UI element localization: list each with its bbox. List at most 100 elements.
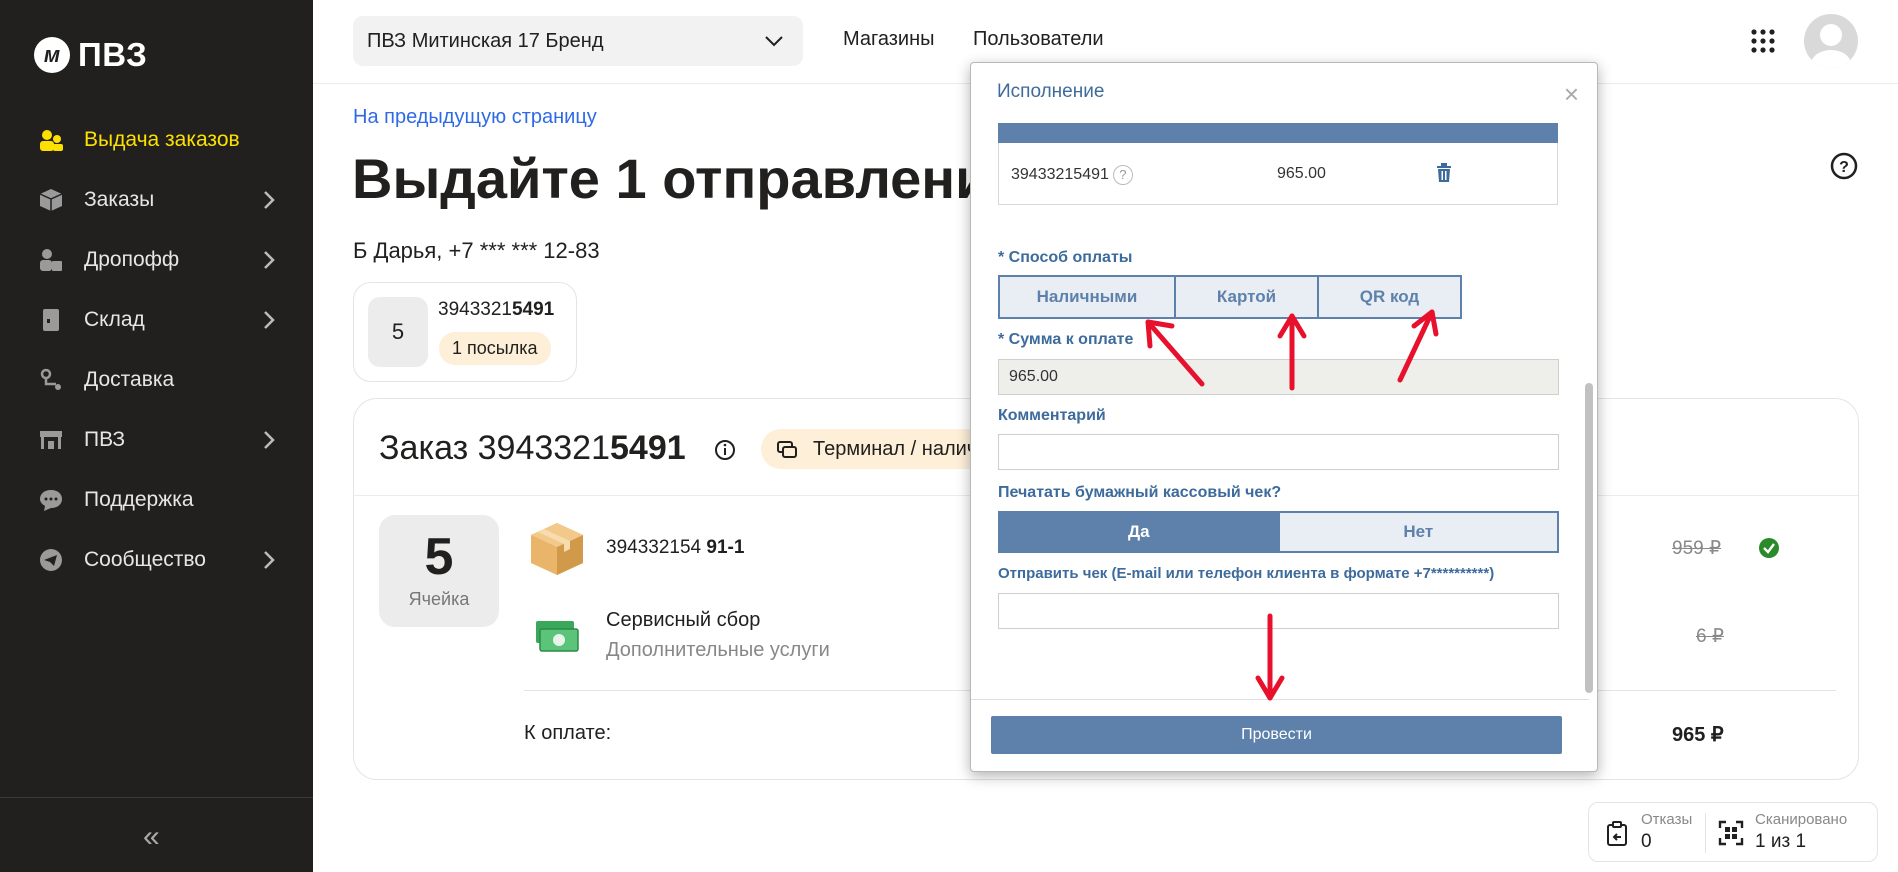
warehouse-icon	[38, 307, 64, 333]
status-box: Отказы 0 Сканировано 1 из 1	[1588, 802, 1878, 862]
sidebar-item-label: Дропофф	[84, 248, 180, 271]
nav-link-stores[interactable]: Магазины	[843, 28, 935, 51]
sidebar-item-orders[interactable]: Заказы	[0, 170, 313, 230]
pvz-select-value: ПВЗ Митинская 17 Бренд	[367, 29, 604, 52]
parcel-cell-number: 5	[368, 297, 428, 367]
help-icon[interactable]: ?	[1830, 152, 1858, 180]
logo-mark-icon: м	[34, 37, 70, 73]
table-row: 39433215491? 965.00	[998, 143, 1558, 205]
delivery-icon	[38, 367, 64, 393]
scrollbar-thumb[interactable]	[1585, 383, 1593, 693]
nav-link-users[interactable]: Пользователи	[973, 28, 1104, 51]
logo-text: ПВЗ	[78, 36, 148, 73]
modal-footer: Провести	[971, 699, 1589, 771]
parcel-number: 39433215491	[438, 299, 555, 320]
money-icon	[536, 621, 579, 652]
refusals-label: Отказы	[1641, 811, 1693, 828]
sidebar-item-warehouse[interactable]: Склад	[0, 290, 313, 350]
service-subtitle: Дополнительные услуги	[606, 639, 830, 661]
refusals-value: 0	[1641, 831, 1652, 852]
scanned-value: 1 из 1	[1755, 831, 1807, 852]
chevron-right-icon	[264, 551, 275, 569]
sidebar-item-label: Сообщество	[84, 548, 206, 571]
status-divider	[1705, 813, 1706, 853]
chevron-down-icon	[765, 36, 783, 47]
print-receipt-label: Печатать бумажный кассовый чек?	[998, 484, 1282, 501]
sidebar-divider	[0, 797, 313, 798]
table-header	[998, 123, 1558, 143]
pay-card-button[interactable]: Картой	[1176, 275, 1319, 319]
chevron-right-icon	[264, 311, 275, 329]
logo[interactable]: м ПВЗ	[34, 36, 147, 74]
sidebar-item-label: ПВЗ	[84, 428, 126, 451]
item-number: 394332154 91-1	[606, 537, 745, 558]
sidebar-item-label: Склад	[84, 308, 145, 331]
service-name: Сервисный сбор	[606, 609, 761, 631]
info-icon[interactable]	[714, 439, 736, 461]
cell-box: 5 Ячейка	[379, 515, 499, 627]
modal-title: Исполнение	[997, 81, 1105, 102]
pay-cash-button[interactable]: Наличными	[998, 275, 1176, 319]
sidebar-item-dropoff[interactable]: Дропофф	[0, 230, 313, 290]
store-icon	[38, 427, 64, 453]
telegram-icon	[38, 547, 64, 573]
payment-methods: Наличными Картой QR код	[998, 275, 1559, 319]
chat-icon	[38, 487, 64, 513]
sidebar-item-pvz[interactable]: ПВЗ	[0, 410, 313, 470]
svg-text:?: ?	[1839, 159, 1849, 176]
chevron-right-icon	[264, 431, 275, 449]
amount-field[interactable]: 965.00	[998, 359, 1559, 395]
refusal-icon[interactable]	[1603, 819, 1631, 847]
people-icon	[38, 127, 64, 153]
sidebar-item-label: Доставка	[84, 368, 175, 391]
sidebar-item-label: Выдача заказов	[84, 128, 240, 151]
amount-label: * Сумма к оплате	[998, 331, 1134, 348]
item-price: 959 ₽	[1672, 538, 1722, 559]
shipment-id: 39433215491?	[1011, 165, 1133, 185]
page-title: Выдайте 1 отправление	[352, 147, 972, 210]
submit-button[interactable]: Провести	[991, 716, 1562, 754]
client-info: Б Дарья, +7 *** *** 12-83	[353, 238, 600, 263]
cell-label: Ячейка	[408, 589, 470, 609]
send-receipt-input[interactable]	[998, 593, 1559, 629]
shipment-sum: 965.00	[1277, 165, 1326, 182]
sidebar-item-delivery[interactable]: Доставка	[0, 350, 313, 410]
back-link[interactable]: На предыдущую страницу	[353, 106, 597, 129]
sidebar-item-community[interactable]: Сообщество	[0, 530, 313, 590]
pay-qr-button[interactable]: QR код	[1319, 275, 1462, 319]
question-icon[interactable]: ?	[1112, 165, 1133, 185]
comment-input[interactable]	[998, 434, 1559, 470]
pvz-select[interactable]: ПВЗ Митинская 17 Бренд	[353, 16, 803, 66]
trash-icon[interactable]	[1435, 163, 1453, 183]
sidebar-item-support[interactable]: Поддержка	[0, 470, 313, 530]
order-title: Заказ 39433215491	[379, 429, 686, 467]
print-yes-button[interactable]: Да	[998, 511, 1280, 553]
sidebar-item-label: Поддержка	[84, 488, 194, 511]
parcel-card[interactable]: 5 39433215491 1 посылка	[353, 282, 577, 382]
print-no-button[interactable]: Нет	[1279, 511, 1559, 553]
parcel-box-icon	[531, 523, 583, 575]
chevron-right-icon	[264, 191, 275, 209]
dropoff-icon	[38, 247, 64, 273]
scanned-label: Сканировано	[1755, 811, 1848, 828]
payment-method-label: * Способ оплаты	[998, 249, 1133, 266]
parcel-count-badge: 1 посылка	[439, 332, 551, 365]
comment-label: Комментарий	[998, 407, 1106, 424]
sidebar-nav: Выдача заказов Заказы Дропофф Склад Дост…	[0, 110, 313, 590]
apps-grid-icon[interactable]	[1750, 28, 1776, 54]
avatar[interactable]	[1804, 14, 1858, 68]
send-receipt-label: Отправить чек (E-mail или телефон клиент…	[998, 565, 1495, 582]
sidebar-item-issue-orders[interactable]: Выдача заказов	[0, 110, 313, 170]
modal-scrollbar[interactable]	[1585, 123, 1593, 705]
print-receipt-toggle: Да Нет	[998, 511, 1559, 553]
collapse-sidebar-button[interactable]: «	[143, 820, 160, 854]
close-icon[interactable]: ×	[1564, 79, 1579, 110]
total-value: 965 ₽	[1672, 724, 1724, 746]
sidebar: м ПВЗ Выдача заказов Заказы Дропофф Скла…	[0, 0, 313, 872]
user-icon	[1811, 24, 1851, 68]
scan-icon[interactable]	[1717, 819, 1745, 847]
service-price: 6 ₽	[1696, 626, 1724, 647]
chevron-right-icon	[264, 251, 275, 269]
box-icon	[38, 187, 64, 213]
total-label: К оплате:	[524, 722, 612, 744]
